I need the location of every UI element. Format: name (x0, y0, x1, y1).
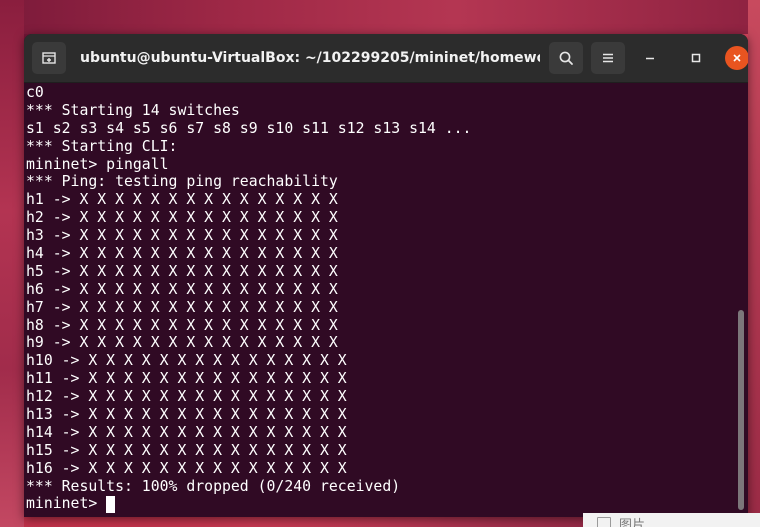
minimize-icon (646, 57, 654, 60)
hamburger-menu-icon (603, 53, 613, 63)
terminal-line: h13 -> X X X X X X X X X X X X X X X (26, 406, 347, 424)
search-button[interactable] (549, 42, 583, 74)
terminal-line: *** Starting 14 switches (26, 101, 240, 119)
terminal-line: h2 -> X X X X X X X X X X X X X X X (26, 209, 338, 227)
terminal-line: h9 -> X X X X X X X X X X X X X X X (26, 334, 338, 352)
terminal-line: h15 -> X X X X X X X X X X X X X X X (26, 441, 347, 459)
text-cursor (106, 495, 116, 513)
terminal-line: h1 -> X X X X X X X X X X X X X X X (26, 191, 338, 209)
window-title: ubuntu@ubuntu-VirtualBox: ~/102299205/mi… (80, 50, 540, 66)
terminal-line: *** Ping: testing ping reachability (26, 173, 338, 191)
terminal-line: h5 -> X X X X X X X X X X X X X X X (26, 262, 338, 280)
terminal-line: c0 (26, 84, 44, 101)
terminal-line: h8 -> X X X X X X X X X X X X X X X (26, 316, 338, 334)
terminal-line: mininet> pingall (26, 155, 169, 173)
desktop-background-right (748, 0, 760, 527)
maximize-button[interactable] (684, 46, 708, 70)
terminal-line: s1 s2 s3 s4 s5 s6 s7 s8 s9 s10 s11 s12 s… (26, 119, 472, 137)
terminal-line: h6 -> X X X X X X X X X X X X X X X (26, 280, 338, 298)
maximize-icon (691, 53, 701, 63)
desktop-background-left (0, 0, 24, 527)
window-titlebar[interactable]: ubuntu@ubuntu-VirtualBox: ~/102299205/mi… (24, 34, 748, 83)
desktop-background-top (0, 0, 760, 34)
terminal-line: *** Starting CLI: (26, 137, 178, 155)
terminal-line: h10 -> X X X X X X X X X X X X X X X (26, 352, 347, 370)
terminal-line: h14 -> X X X X X X X X X X X X X X X (26, 423, 347, 441)
thumbnail-label: 图片 (619, 518, 646, 527)
terminal-line: h7 -> X X X X X X X X X X X X X X X (26, 298, 338, 316)
scrollbar[interactable] (738, 310, 744, 510)
image-icon (597, 517, 611, 527)
search-icon (559, 51, 573, 65)
menu-button[interactable] (591, 42, 625, 74)
terminal-line: h16 -> X X X X X X X X X X X X X X X (26, 459, 347, 477)
terminal-prompt-line[interactable]: mininet> (26, 495, 726, 513)
close-button[interactable] (725, 46, 748, 70)
new-tab-button[interactable] (32, 42, 66, 74)
terminal-output[interactable]: c0 *** Starting 14 switches s1 s2 s3 s4 … (26, 84, 726, 516)
terminal-line: *** Results: 100% dropped (0/240 receive… (26, 477, 401, 495)
terminal-prompt: mininet> (26, 495, 107, 513)
terminal-window: ubuntu@ubuntu-VirtualBox: ~/102299205/mi… (24, 34, 748, 517)
terminal-line: h11 -> X X X X X X X X X X X X X X X (26, 370, 347, 388)
terminal-line: h3 -> X X X X X X X X X X X X X X X (26, 227, 338, 245)
minimize-button[interactable] (638, 46, 662, 70)
taskbar-thumbnail[interactable]: 图片 (583, 513, 760, 527)
terminal-line: h4 -> X X X X X X X X X X X X X X X (26, 245, 338, 263)
close-icon (733, 54, 741, 62)
terminal-line: h12 -> X X X X X X X X X X X X X X X (26, 388, 347, 406)
new-tab-icon (42, 52, 56, 64)
